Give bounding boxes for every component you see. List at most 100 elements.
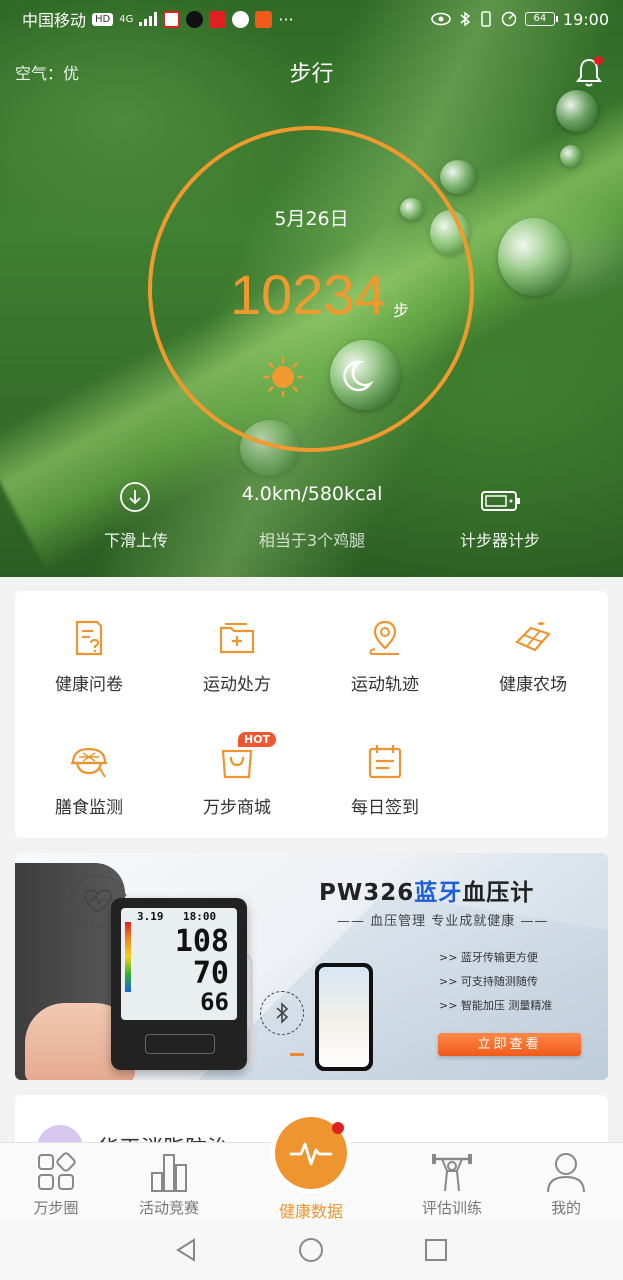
location-track-icon	[369, 620, 399, 655]
feature-daily-checkin[interactable]: 每日签到	[311, 741, 459, 818]
eye-icon	[431, 12, 451, 26]
network-type: 4G	[119, 13, 134, 25]
banner-title-bluetooth: 蓝牙	[414, 880, 463, 906]
banner-bullet: >> 蓝牙传输更方便	[439, 951, 538, 964]
date-label: 5月26日	[274, 208, 349, 230]
feature-health-farm[interactable]: 健康农场	[459, 618, 607, 695]
pedometer-icon[interactable]	[480, 489, 520, 513]
battery-indicator: 64	[524, 12, 558, 26]
food-bowl-icon	[71, 747, 107, 778]
page-title: 步行	[289, 62, 334, 87]
pedometer-label[interactable]: 计步器计步	[450, 527, 550, 551]
tab-label: 评估训练	[421, 1199, 482, 1217]
more-notifications-icon: ···	[278, 9, 294, 29]
bluetooth-icon	[460, 11, 471, 27]
tab-competitions[interactable]: 活动竞赛	[119, 1149, 219, 1218]
farm-icon	[515, 622, 551, 652]
tab-community[interactable]: 万步圈	[6, 1149, 106, 1218]
feature-label: 运动轨迹	[351, 675, 419, 695]
sun-icon[interactable]	[262, 356, 304, 398]
moon-icon[interactable]	[336, 356, 376, 396]
system-nav-bar	[0, 1220, 623, 1280]
calendar-checkin-icon	[368, 745, 402, 779]
carrier-name: 中国移动	[22, 11, 87, 30]
feature-label: 膳食监测	[55, 798, 123, 818]
device-systolic: 108	[174, 924, 229, 959]
prescription-folder-icon	[219, 623, 255, 654]
banner-title: PW326蓝牙血压计	[319, 873, 534, 907]
feature-health-questionnaire[interactable]: 健康问卷	[15, 618, 163, 695]
phone-image	[315, 963, 373, 1071]
water-drop-decoration	[440, 160, 476, 194]
device-time: 18:00	[183, 910, 217, 923]
water-drop-decoration	[556, 90, 598, 132]
recent-apps-icon[interactable]	[422, 1236, 450, 1264]
banner-bullet: >> 可支持随测随传	[439, 975, 538, 988]
home-icon[interactable]	[297, 1236, 325, 1264]
banner-title-model: PW326	[319, 880, 415, 906]
promo-banner[interactable]: 3.19 18:00 108 70 66 PW326蓝牙血压计 —— 血压管理 …	[15, 853, 608, 1080]
feature-label: 健康农场	[499, 675, 567, 695]
swipe-upload-icon[interactable]	[119, 481, 151, 513]
step-unit: 步	[393, 301, 410, 320]
calorie-equivalent: 相当于3个鸡腿	[258, 531, 366, 550]
sohu-app-icon	[163, 10, 181, 28]
phone-screen	[319, 967, 369, 1067]
feature-label: 每日签到	[351, 798, 419, 818]
feature-steps-mall[interactable]: 万步商城	[163, 741, 311, 818]
news-app-icon	[209, 10, 227, 28]
device-date: 3.19	[137, 910, 164, 923]
speed-icon	[501, 11, 517, 27]
feature-label: 运动处方	[203, 675, 271, 695]
device-pulse: 66	[200, 988, 229, 1016]
step-count: 10234	[230, 263, 386, 326]
hd-badge: HD	[92, 12, 114, 26]
notification-dot	[332, 1122, 344, 1134]
bluetooth-icon	[276, 1002, 289, 1024]
bp-color-scale	[125, 922, 131, 992]
notification-dot	[594, 56, 603, 65]
banner-dash-decoration	[290, 1053, 304, 1056]
feature-exercise-prescription[interactable]: 运动处方	[163, 618, 311, 695]
banner-subtitle: —— 血压管理 专业成就健康 ——	[337, 914, 549, 929]
tab-me[interactable]: 我的	[516, 1149, 616, 1218]
water-drop-decoration	[560, 145, 582, 167]
bar-chart-icon	[151, 1154, 187, 1192]
banner-bullet-list: >> 蓝牙传输更方便 >> 可支持随测随传 >> 智能加压 测量精准	[439, 946, 552, 1018]
bluetooth-circle	[260, 991, 304, 1035]
feature-diet-monitoring[interactable]: 膳食监测	[15, 741, 163, 818]
status-bar: 中国移动 HD 4G ··· 64 19:00	[0, 0, 623, 38]
feature-label: 万步商城	[203, 798, 271, 818]
feature-label: 健康问卷	[55, 675, 123, 695]
feature-exercise-track[interactable]: 运动轨迹	[311, 618, 459, 695]
questionnaire-icon	[75, 620, 103, 656]
hot-badge: HOT	[238, 732, 277, 747]
tab-assessment-training[interactable]: 评估训练	[402, 1149, 502, 1218]
pulse-icon	[289, 1142, 333, 1166]
app-icon	[255, 10, 273, 28]
community-icon	[38, 1152, 76, 1190]
distance-calories: 4.0km/580kcal	[241, 483, 383, 505]
view-now-button[interactable]: 立即查看	[438, 1033, 581, 1056]
heart-pulse-icon	[84, 889, 112, 913]
swipe-upload-label[interactable]: 下滑上传	[100, 527, 172, 551]
blood-pressure-monitor-image: 3.19 18:00 108 70 66	[111, 898, 247, 1070]
chat-app-icon	[232, 10, 250, 28]
signal-icon	[139, 12, 158, 26]
tab-label: 我的	[550, 1199, 581, 1217]
back-icon[interactable]	[172, 1236, 200, 1264]
device-diastolic: 70	[192, 956, 229, 991]
banner-title-product: 血压计	[462, 880, 535, 906]
weightlifting-icon	[432, 1154, 472, 1192]
tab-label: 万步圈	[33, 1199, 79, 1217]
tab-label-active[interactable]: 健康数据	[261, 1198, 361, 1222]
vibrate-icon	[481, 11, 491, 27]
clock: 19:00	[562, 9, 609, 29]
tab-label: 活动竞赛	[138, 1199, 199, 1217]
device-screen: 3.19 18:00 108 70 66	[121, 908, 237, 1020]
user-icon	[547, 1153, 585, 1193]
qq-app-icon	[186, 10, 204, 28]
banner-bullet: >> 智能加压 测量精准	[439, 999, 553, 1012]
shopping-bag-icon	[221, 749, 253, 779]
device-buttons	[145, 1034, 215, 1054]
